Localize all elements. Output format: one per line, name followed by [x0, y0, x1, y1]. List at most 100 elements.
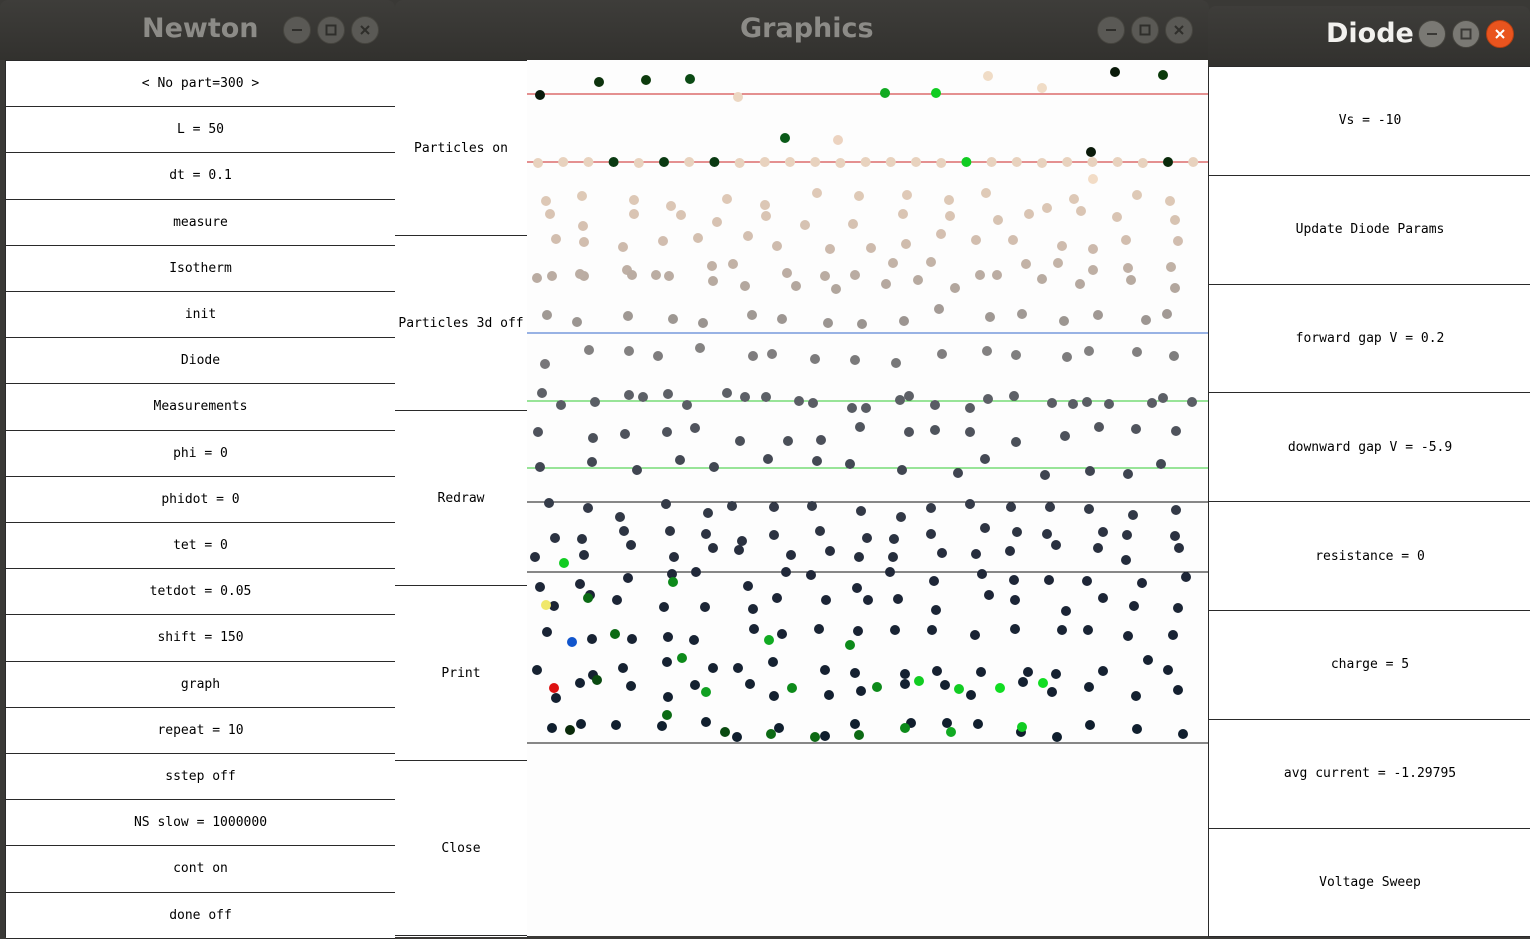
- particle: [1112, 212, 1122, 222]
- graphics-canvas[interactable]: [527, 60, 1209, 936]
- particle: [769, 691, 779, 701]
- newton-menu-item[interactable]: measure: [6, 199, 395, 246]
- particles-on-button[interactable]: Particles on: [395, 61, 527, 236]
- particle: [965, 499, 975, 509]
- diode-menu-item[interactable]: charge = 5: [1209, 611, 1530, 720]
- particle: [1131, 424, 1141, 434]
- particle: [835, 158, 846, 168]
- particle: [575, 678, 585, 688]
- newton-menu-item[interactable]: tet = 0: [6, 523, 395, 570]
- particle: [815, 526, 825, 536]
- particle: [961, 157, 972, 167]
- particle: [1017, 722, 1027, 732]
- minimize-icon[interactable]: [283, 16, 311, 44]
- maximize-icon[interactable]: [1452, 20, 1480, 48]
- particle: [850, 270, 860, 280]
- particle: [695, 343, 705, 353]
- particle: [1075, 279, 1085, 289]
- particle: [627, 270, 637, 280]
- newton-menu-item[interactable]: init: [6, 292, 395, 339]
- particle: [1012, 527, 1022, 537]
- close-icon[interactable]: [351, 16, 379, 44]
- maximize-icon[interactable]: [317, 16, 345, 44]
- particle: [1163, 157, 1173, 167]
- newton-menu-item[interactable]: phidot = 0: [6, 476, 395, 523]
- diode-menu-item[interactable]: Voltage Sweep: [1209, 828, 1530, 938]
- newton-menu-item[interactable]: graph: [6, 661, 395, 708]
- newton-window: Newton < No part=300 > L = 50 dt = 0.1 meas…: [0, 0, 396, 939]
- maximize-icon[interactable]: [1131, 16, 1159, 44]
- newton-menu-item[interactable]: cont on: [6, 846, 395, 893]
- particle: [1112, 157, 1123, 167]
- particle: [587, 634, 597, 644]
- particle: [737, 536, 747, 546]
- particle: [890, 625, 900, 635]
- particle: [1010, 624, 1020, 634]
- diode-titlebar[interactable]: Diode: [1208, 6, 1530, 66]
- close-icon[interactable]: [1165, 16, 1193, 44]
- newton-menu-item[interactable]: dt = 0.1: [6, 153, 395, 200]
- newton-menu-item[interactable]: sstep off: [6, 754, 395, 801]
- particle: [734, 545, 744, 555]
- particle: [810, 157, 821, 167]
- minimize-icon[interactable]: [1097, 16, 1125, 44]
- particle: [1123, 263, 1133, 273]
- newton-menu-item[interactable]: NS slow = 1000000: [6, 800, 395, 847]
- particle: [689, 635, 699, 645]
- particle: [847, 403, 857, 413]
- particle: [768, 657, 778, 667]
- particle: [1088, 244, 1098, 254]
- particle: [578, 221, 588, 231]
- particle: [889, 534, 899, 544]
- particle: [703, 508, 713, 518]
- newton-menu-item[interactable]: < No part=300 >: [6, 61, 395, 108]
- particle: [709, 157, 720, 167]
- particle: [1128, 510, 1138, 520]
- particle: [668, 577, 678, 587]
- diode-menu-item[interactable]: forward gap V = 0.2: [1209, 284, 1530, 394]
- particle: [820, 731, 830, 741]
- diode-menu-item[interactable]: Update Diode Params: [1209, 175, 1530, 285]
- particle: [1057, 625, 1067, 635]
- newton-menu-item[interactable]: done off: [6, 892, 395, 939]
- particle: [940, 680, 950, 690]
- diode-menu-item[interactable]: Vs = -10: [1209, 67, 1530, 176]
- particle: [936, 158, 947, 168]
- minimize-icon[interactable]: [1418, 20, 1446, 48]
- particle: [532, 665, 542, 675]
- particle: [825, 546, 835, 556]
- particle: [584, 345, 594, 355]
- newton-menu-item[interactable]: Measurements: [6, 384, 395, 431]
- particle: [544, 498, 554, 508]
- diode-menu-item[interactable]: downward gap V = -5.9: [1209, 393, 1530, 503]
- newton-menu-item[interactable]: L = 50: [6, 107, 395, 154]
- close-button[interactable]: Close: [395, 761, 527, 936]
- particle: [1110, 67, 1120, 77]
- close-icon[interactable]: [1486, 20, 1514, 48]
- particle: [1068, 399, 1078, 409]
- particle: [980, 454, 990, 464]
- newton-titlebar[interactable]: Newton: [0, 0, 395, 60]
- particle: [708, 276, 718, 286]
- print-button[interactable]: Print: [395, 586, 527, 761]
- newton-menu-item[interactable]: phi = 0: [6, 430, 395, 477]
- particle: [1162, 309, 1172, 319]
- newton-menu-item[interactable]: Isotherm: [6, 245, 395, 292]
- newton-menu-item[interactable]: shift = 150: [6, 615, 395, 662]
- particle: [977, 569, 987, 579]
- newton-menu-item[interactable]: repeat = 10: [6, 707, 395, 754]
- redraw-button[interactable]: Redraw: [395, 411, 527, 586]
- graphics-window: Graphics Particles on Particles 3d off Red…: [395, 0, 1209, 937]
- particle: [854, 191, 864, 201]
- diode-menu-item[interactable]: resistance = 0: [1209, 502, 1530, 611]
- particle: [927, 625, 937, 635]
- particles-3d-button[interactable]: Particles 3d off: [395, 236, 527, 411]
- diode-title: Diode: [1326, 18, 1414, 49]
- diode-menu-item[interactable]: avg current = -1.29795: [1209, 719, 1530, 829]
- newton-menu-item[interactable]: tetdot = 0.05: [6, 569, 395, 616]
- particle: [1005, 546, 1015, 556]
- particle: [1037, 274, 1047, 284]
- newton-menu-item[interactable]: Diode: [6, 338, 395, 385]
- particle: [535, 462, 545, 472]
- graphics-titlebar[interactable]: Graphics: [395, 0, 1209, 60]
